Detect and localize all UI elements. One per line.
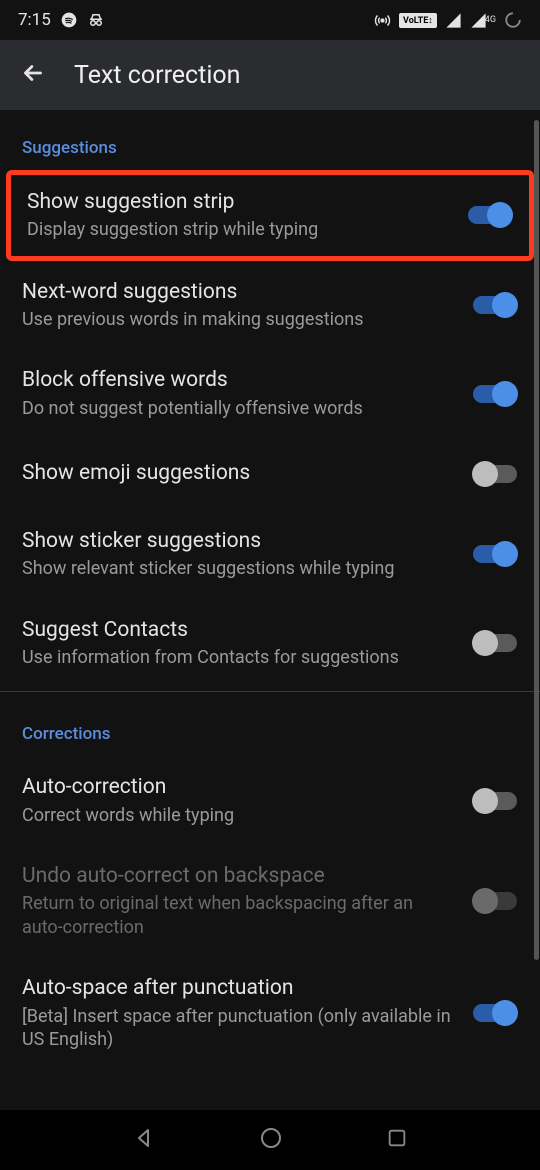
setting-next-word-suggestions[interactable]: Next-word suggestions Use previous words… — [0, 261, 540, 350]
setting-subtitle: Do not suggest potentially offensive wor… — [22, 397, 452, 420]
status-time: 7:15 — [18, 10, 51, 30]
setting-show-suggestion-strip[interactable]: Show suggestion strip Display suggestion… — [11, 175, 529, 256]
section-header-suggestions: Suggestions — [0, 110, 540, 170]
nav-home-icon[interactable] — [259, 1126, 283, 1154]
setting-subtitle: [Beta] Insert space after punctuation (o… — [22, 1005, 452, 1052]
setting-text: Auto-space after punctuation [Beta] Inse… — [22, 975, 472, 1051]
toggle-next-word-suggestions[interactable] — [472, 292, 518, 318]
setting-text: Undo auto-correct on backspace Return to… — [22, 863, 472, 939]
toggle-block-offensive-words[interactable] — [472, 381, 518, 407]
toggle-auto-space-punctuation[interactable] — [472, 1000, 518, 1026]
setting-suggest-contacts[interactable]: Suggest Contacts Use information from Co… — [0, 599, 540, 688]
toggle-show-suggestion-strip[interactable] — [467, 202, 513, 228]
setting-subtitle: Correct words while typing — [22, 804, 452, 827]
hotspot-icon — [374, 12, 391, 29]
toggle-show-emoji-suggestions[interactable] — [472, 461, 518, 487]
setting-undo-auto-correct: Undo auto-correct on backspace Return to… — [0, 845, 540, 957]
setting-title: Auto-space after punctuation — [22, 975, 452, 1002]
setting-title: Auto-correction — [22, 774, 452, 801]
setting-text: Show suggestion strip Display suggestion… — [27, 189, 467, 242]
setting-subtitle: Use information from Contacts for sugges… — [22, 646, 452, 669]
setting-title: Block offensive words — [22, 367, 452, 394]
navigation-bar — [0, 1110, 540, 1170]
app-bar: Text correction — [0, 40, 540, 110]
status-left: 7:15 — [18, 10, 105, 30]
setting-text: Show emoji suggestions — [22, 460, 472, 487]
signal-4g-icon: 4G — [470, 12, 496, 29]
incognito-icon — [87, 11, 105, 29]
scroll-indicator[interactable] — [534, 120, 539, 960]
status-right: VoLTE↕ 4G — [374, 11, 522, 29]
setting-auto-space-punctuation[interactable]: Auto-space after punctuation [Beta] Inse… — [0, 957, 540, 1069]
spotify-icon — [61, 12, 77, 28]
toggle-auto-correction[interactable] — [472, 788, 518, 814]
volte-badge: VoLTE↕ — [399, 13, 437, 28]
setting-show-emoji-suggestions[interactable]: Show emoji suggestions — [0, 438, 540, 510]
setting-text: Auto-correction Correct words while typi… — [22, 774, 472, 827]
toggle-undo-auto-correct — [472, 888, 518, 914]
setting-text: Block offensive words Do not suggest pot… — [22, 367, 472, 420]
toggle-show-sticker-suggestions[interactable] — [472, 541, 518, 567]
status-bar: 7:15 VoLTE↕ 4G — [0, 0, 540, 40]
setting-title: Show emoji suggestions — [22, 460, 452, 487]
setting-subtitle: Display suggestion strip while typing — [27, 218, 447, 241]
setting-subtitle: Use previous words in making suggestions — [22, 308, 452, 331]
signal-icon — [445, 12, 462, 29]
setting-title: Suggest Contacts — [22, 617, 452, 644]
setting-show-sticker-suggestions[interactable]: Show sticker suggestions Show relevant s… — [0, 510, 540, 599]
setting-subtitle: Show relevant sticker suggestions while … — [22, 557, 452, 580]
setting-title: Next-word suggestions — [22, 279, 452, 306]
nav-back-icon[interactable] — [132, 1126, 156, 1154]
setting-block-offensive-words[interactable]: Block offensive words Do not suggest pot… — [0, 349, 540, 438]
setting-text: Show sticker suggestions Show relevant s… — [22, 528, 472, 581]
divider — [0, 691, 540, 692]
page-title: Text correction — [74, 61, 240, 90]
setting-auto-correction[interactable]: Auto-correction Correct words while typi… — [0, 756, 540, 845]
back-icon[interactable] — [20, 60, 46, 90]
setting-title: Undo auto-correct on backspace — [22, 863, 452, 890]
setting-title: Show sticker suggestions — [22, 528, 452, 555]
section-header-corrections: Corrections — [0, 696, 540, 756]
toggle-suggest-contacts[interactable] — [472, 630, 518, 656]
highlight-annotation: Show suggestion strip Display suggestion… — [6, 170, 534, 261]
content: Suggestions Show suggestion strip Displa… — [0, 110, 540, 1069]
setting-text: Suggest Contacts Use information from Co… — [22, 617, 472, 670]
setting-subtitle: Return to original text when backspacing… — [22, 892, 452, 939]
setting-title: Show suggestion strip — [27, 189, 447, 216]
setting-text: Next-word suggestions Use previous words… — [22, 279, 472, 332]
loading-icon — [504, 11, 522, 29]
nav-recent-icon[interactable] — [386, 1127, 408, 1153]
